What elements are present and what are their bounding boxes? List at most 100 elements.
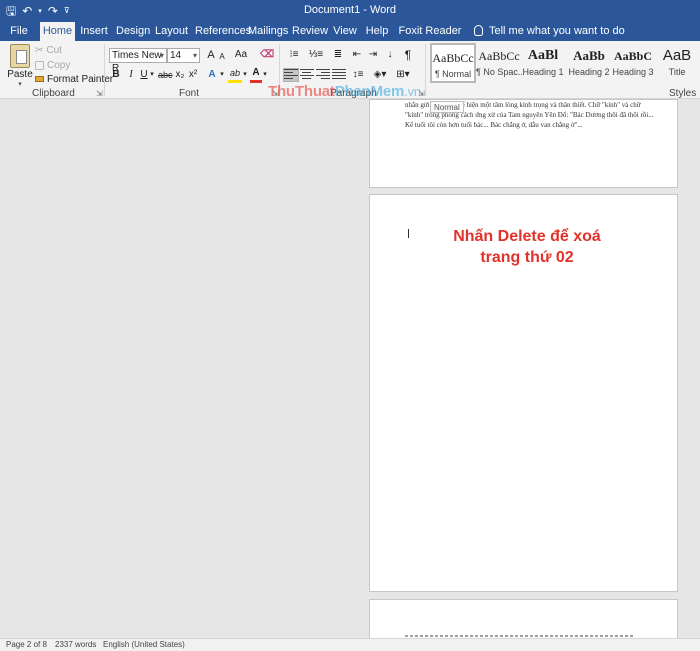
divider bbox=[425, 44, 426, 96]
font-size-select[interactable]: 14 ▾ bbox=[167, 48, 200, 63]
paste-dropdown-icon[interactable]: ▾ bbox=[7, 80, 33, 88]
style-sample: AaBb bbox=[573, 48, 605, 63]
highlight-button[interactable]: ab bbox=[228, 65, 242, 81]
tell-me-search[interactable]: Tell me what you want to do bbox=[474, 22, 625, 41]
subscript-button[interactable]: x₂ bbox=[175, 67, 185, 83]
style-name: ¶ Normal bbox=[434, 69, 472, 79]
cut-button[interactable]: ✂ Cut bbox=[35, 43, 62, 57]
style-sample: AaBbC bbox=[613, 49, 652, 63]
italic-button[interactable]: I bbox=[126, 67, 136, 83]
shrink-font-button[interactable]: A bbox=[217, 49, 227, 65]
multilevel-list-icon[interactable]: ≣ bbox=[329, 47, 347, 63]
tab-layout[interactable]: Layout bbox=[155, 22, 188, 41]
tab-design[interactable]: Design bbox=[116, 22, 150, 41]
clear-formatting-icon[interactable]: ⌫ bbox=[260, 47, 274, 63]
text-effects-dropdown-icon[interactable]: ▾ bbox=[219, 67, 225, 83]
format-painter-button[interactable]: Format Painter bbox=[35, 72, 113, 86]
align-right-icon[interactable] bbox=[316, 69, 330, 81]
superscript-button[interactable]: x² bbox=[188, 67, 198, 83]
text-cursor bbox=[408, 229, 409, 238]
borders-icon[interactable]: ⊞▾ bbox=[394, 67, 412, 83]
tab-file[interactable]: File bbox=[6, 22, 32, 41]
paintbrush-icon bbox=[35, 76, 44, 82]
copy-icon bbox=[35, 60, 44, 70]
tell-me-text: Tell me what you want to do bbox=[489, 25, 625, 37]
grow-font-button[interactable]: A bbox=[205, 47, 217, 63]
font-color-button[interactable]: A bbox=[250, 65, 262, 81]
annotation-line-1: Nhấn Delete để xoá bbox=[453, 228, 601, 245]
bullets-icon[interactable]: ⁝≡ bbox=[284, 47, 304, 63]
annotation-line-2: trang thứ 02 bbox=[480, 249, 574, 266]
style-name: Heading 2 bbox=[568, 67, 610, 77]
bold-button[interactable]: B bbox=[110, 67, 122, 83]
tab-insert[interactable]: Insert bbox=[80, 22, 108, 41]
style-title[interactable]: AaB Title bbox=[654, 43, 700, 83]
paste-label: Paste bbox=[7, 69, 33, 80]
clipboard-launcher-icon[interactable]: ⇲ bbox=[96, 89, 103, 98]
copy-label: Copy bbox=[47, 59, 71, 71]
strikethrough-button[interactable]: abc bbox=[158, 67, 173, 83]
font-group-label: Font bbox=[179, 88, 200, 99]
increase-indent-icon[interactable]: ⇥ bbox=[366, 47, 380, 63]
highlight-color-bar bbox=[228, 80, 242, 83]
word-count[interactable]: 2337 words bbox=[55, 639, 96, 651]
numbering-icon[interactable]: ⅓≡ bbox=[306, 47, 326, 63]
document-page-3[interactable] bbox=[369, 599, 678, 639]
tab-home[interactable]: Home bbox=[40, 22, 75, 41]
tab-view[interactable]: View bbox=[333, 22, 357, 41]
sort-icon[interactable]: ↓ bbox=[384, 47, 396, 63]
ribbon-tabs: File Home Insert Design Layout Reference… bbox=[0, 22, 700, 56]
justify-icon[interactable] bbox=[332, 69, 346, 81]
copy-button[interactable]: Copy bbox=[35, 58, 70, 72]
clipboard-icon bbox=[10, 44, 30, 68]
divider bbox=[104, 44, 105, 96]
decrease-indent-icon[interactable]: ⇤ bbox=[350, 47, 364, 63]
font-color-bar bbox=[250, 80, 262, 83]
chevron-down-icon: ▾ bbox=[159, 51, 164, 60]
font-color-dropdown-icon[interactable]: ▾ bbox=[262, 67, 268, 83]
scissors-icon: ✂ bbox=[35, 44, 44, 56]
style-heading-3[interactable]: AaBbC Heading 3 bbox=[610, 43, 656, 83]
page-count[interactable]: Page 2 of 8 bbox=[6, 639, 47, 651]
highlight-dropdown-icon[interactable]: ▾ bbox=[242, 67, 248, 83]
tab-foxit-reader-pdf[interactable]: Foxit Reader PDF bbox=[398, 22, 462, 56]
chevron-down-icon: ▾ bbox=[192, 51, 197, 60]
lightbulb-icon bbox=[474, 25, 483, 36]
style-normal[interactable]: AaBbCc ¶ Normal bbox=[430, 43, 476, 83]
font-family-select[interactable]: Times New R ▾ bbox=[109, 48, 167, 74]
style-name: Title bbox=[668, 67, 686, 77]
style-heading-2[interactable]: AaBb Heading 2 bbox=[566, 43, 612, 83]
style-tooltip: Normal bbox=[430, 101, 464, 113]
style-name: ¶ No Spac... bbox=[476, 67, 522, 77]
page-3-text-line bbox=[405, 635, 635, 637]
document-page-1[interactable]: nhắn gửi... thước, thể hiện một tâm lòng… bbox=[369, 99, 678, 188]
paste-button[interactable]: Paste ▾ bbox=[7, 44, 33, 88]
font-size-value: 14 bbox=[170, 50, 182, 61]
style-sample: AaBbCc bbox=[432, 51, 474, 65]
language-indicator[interactable]: English (United States) bbox=[103, 639, 185, 651]
tab-review[interactable]: Review bbox=[292, 22, 328, 41]
underline-dropdown-icon[interactable]: ▾ bbox=[149, 67, 155, 83]
change-case-button[interactable]: Aa bbox=[232, 47, 250, 63]
align-center-icon[interactable] bbox=[300, 69, 314, 81]
text-effects-button[interactable]: A bbox=[206, 67, 218, 83]
status-bar: Page 2 of 8 2337 words English (United S… bbox=[0, 638, 700, 651]
watermark-logo: ThuThuatPhanMem.vn bbox=[268, 83, 421, 100]
tab-references[interactable]: References bbox=[195, 22, 251, 41]
line-spacing-icon[interactable]: ↕≡ bbox=[349, 67, 367, 83]
tab-help[interactable]: Help bbox=[365, 22, 389, 41]
align-left-icon[interactable] bbox=[283, 68, 299, 82]
tab-mailings[interactable]: Mailings bbox=[248, 22, 288, 41]
window-title: Document1 - Word bbox=[303, 4, 397, 16]
clipboard-group-label: Clipboard bbox=[32, 88, 75, 99]
style-no-spacing[interactable]: AaBbCc ¶ No Spac... bbox=[476, 43, 522, 83]
show-marks-button[interactable]: ¶ bbox=[402, 47, 414, 63]
shading-icon[interactable]: ◈▾ bbox=[372, 67, 388, 83]
instruction-annotation: Nhấn Delete để xoá trang thứ 02 bbox=[432, 226, 622, 268]
underline-button[interactable]: U bbox=[139, 67, 149, 83]
style-name: Heading 1 bbox=[522, 67, 564, 77]
title-bar: 🖫 ↶ ▾ ↷ ⊽ Document1 - Word bbox=[0, 0, 700, 22]
style-heading-1[interactable]: AaBl Heading 1 bbox=[520, 43, 566, 83]
cut-label: Cut bbox=[46, 44, 62, 56]
style-sample: AaB bbox=[662, 47, 692, 64]
